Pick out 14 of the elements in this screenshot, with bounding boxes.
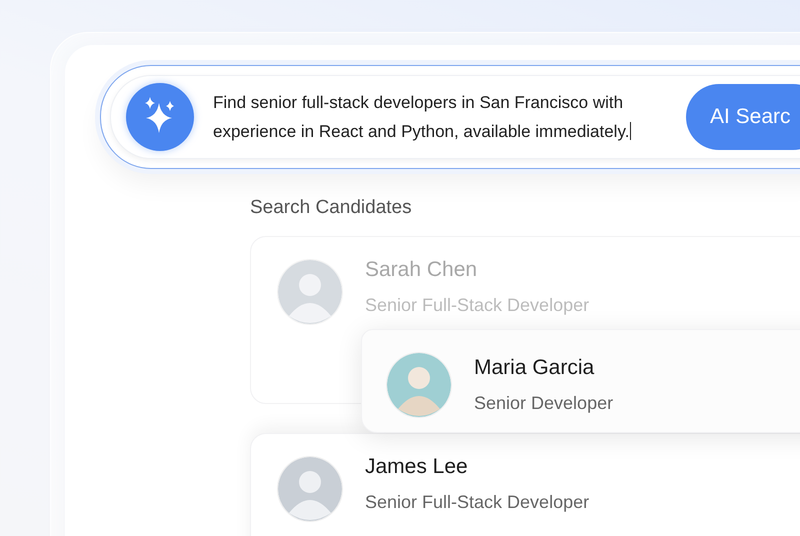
- candidate-role: Senior Full-Stack Developer: [365, 295, 590, 316]
- ai-search-button[interactable]: AI Searc: [686, 84, 800, 150]
- candidate-name: Sarah Chen: [365, 258, 478, 282]
- candidate-card[interactable]: Maria Garcia Senior Developer: [361, 329, 800, 433]
- avatar-silhouette-icon: [386, 352, 452, 418]
- search-field[interactable]: Find senior full-stack developers in San Francisco with experience in React and Python, available immediately.: [213, 88, 675, 146]
- sparkle-icon: [126, 83, 194, 151]
- avatar-silhouette-icon: [277, 259, 343, 325]
- candidate-card[interactable]: James Lee Senior Full-Stack Developer: [250, 433, 800, 536]
- avatar-silhouette-icon: [277, 456, 343, 522]
- candidate-name: James Lee: [365, 455, 469, 479]
- candidate-role: Senior Full-Stack Developer: [365, 492, 590, 513]
- candidate-name: Maria Garcia: [474, 356, 596, 380]
- section-heading: Search Candidates: [250, 197, 413, 219]
